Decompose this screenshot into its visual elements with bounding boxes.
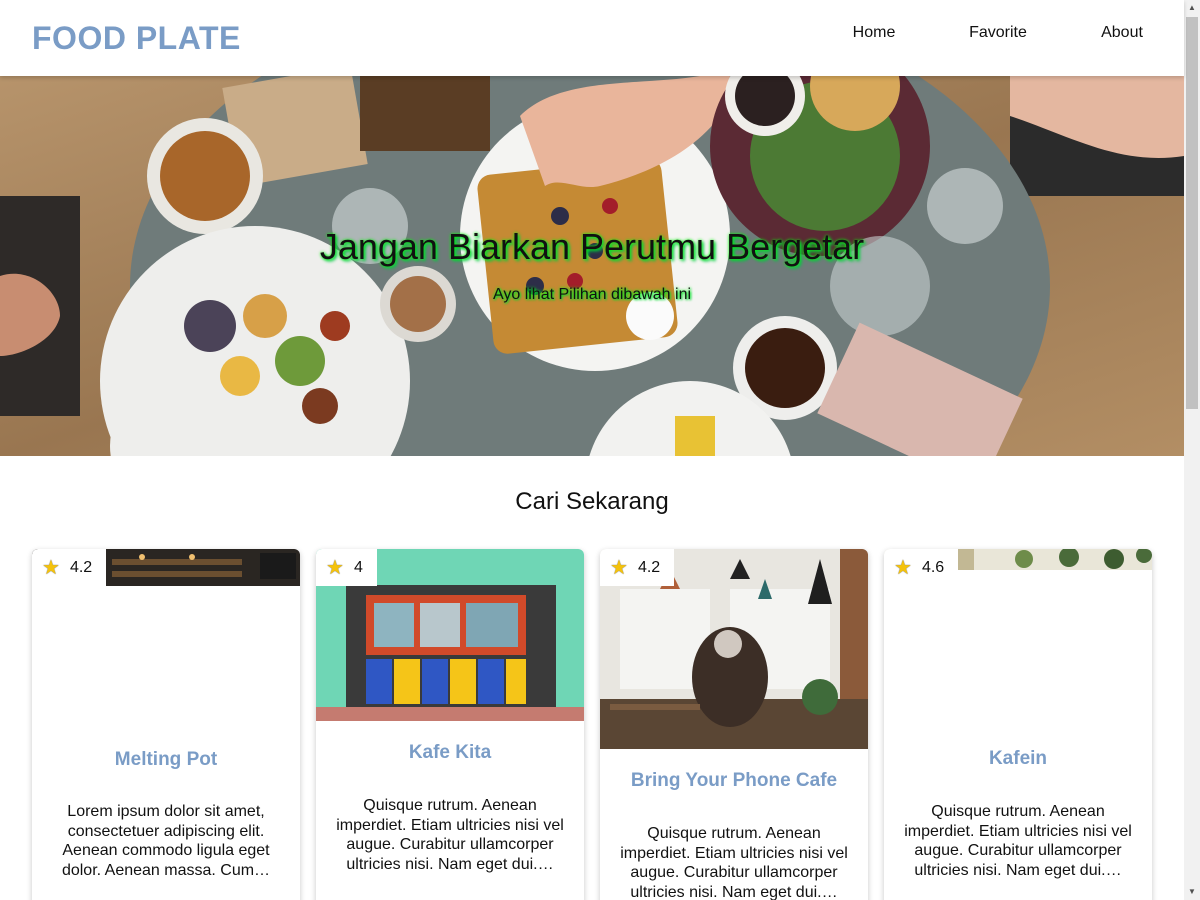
scroll-up-icon[interactable]: ▲ bbox=[1184, 0, 1200, 16]
scroll-down-icon[interactable]: ▼ bbox=[1184, 884, 1200, 900]
rating-badge: ★ 4.2 bbox=[32, 549, 107, 586]
rating-value: 4.2 bbox=[637, 558, 661, 576]
rating-value: 4 bbox=[353, 558, 363, 576]
restaurant-card[interactable]: ★ 4 Kafe Kita Quisque rutrum. Aenean imp… bbox=[316, 549, 584, 900]
star-icon: ★ bbox=[326, 557, 344, 579]
main-nav: Home Favorite About bbox=[812, 0, 1184, 76]
restaurant-card[interactable]: ★ 4.2 Bring Your Phone Cafe Quisque rutr… bbox=[600, 549, 868, 900]
page-scrollbar[interactable]: ▲ ▼ bbox=[1184, 0, 1200, 900]
rating-badge: ★ 4 bbox=[316, 549, 377, 586]
rating-badge: ★ 4.2 bbox=[600, 549, 675, 586]
hero-title: Jangan Biarkan Perutmu Bergetar bbox=[319, 226, 865, 267]
scrollbar-thumb[interactable] bbox=[1186, 17, 1198, 409]
section-title: Cari Sekarang bbox=[515, 488, 669, 515]
restaurant-description: Quisque rutrum. Aenean imperdiet. Etiam … bbox=[620, 825, 848, 900]
rating-badge: ★ 4.6 bbox=[884, 549, 959, 586]
nav-favorite-link[interactable]: Favorite bbox=[936, 0, 1060, 66]
star-icon: ★ bbox=[42, 557, 60, 579]
star-icon: ★ bbox=[610, 557, 628, 579]
restaurant-card[interactable]: ★ 4.2 Melting Pot Lorem ipsum dolor sit … bbox=[32, 549, 300, 900]
restaurant-card[interactable]: ★ 4.6 Kafein Quisque rutrum. Aenean impe… bbox=[884, 549, 1152, 900]
app-header: FOOD PLATE Home Favorite About bbox=[0, 0, 1184, 76]
nav-home-link[interactable]: Home bbox=[812, 0, 936, 66]
brand-logo[interactable]: FOOD PLATE bbox=[32, 20, 241, 57]
rating-value: 4.2 bbox=[69, 558, 93, 576]
restaurant-name[interactable]: Melting Pot bbox=[32, 749, 300, 771]
restaurant-name[interactable]: Bring Your Phone Cafe bbox=[600, 770, 868, 792]
restaurant-description: Quisque rutrum. Aenean imperdiet. Etiam … bbox=[336, 797, 564, 873]
restaurant-name[interactable]: Kafe Kita bbox=[316, 742, 584, 764]
hero-banner: Jangan Biarkan Perutmu Bergetar Ayo liha… bbox=[0, 76, 1184, 456]
star-icon: ★ bbox=[894, 557, 912, 579]
restaurant-description: Lorem ipsum dolor sit amet, consectetuer… bbox=[61, 803, 271, 879]
restaurant-name[interactable]: Kafein bbox=[884, 748, 1152, 770]
hero-subtitle: Ayo lihat Pilihan dibawah ini bbox=[492, 286, 692, 303]
restaurant-description: Quisque rutrum. Aenean imperdiet. Etiam … bbox=[904, 803, 1132, 879]
rating-value: 4.6 bbox=[921, 558, 945, 576]
nav-about-link[interactable]: About bbox=[1060, 0, 1184, 66]
